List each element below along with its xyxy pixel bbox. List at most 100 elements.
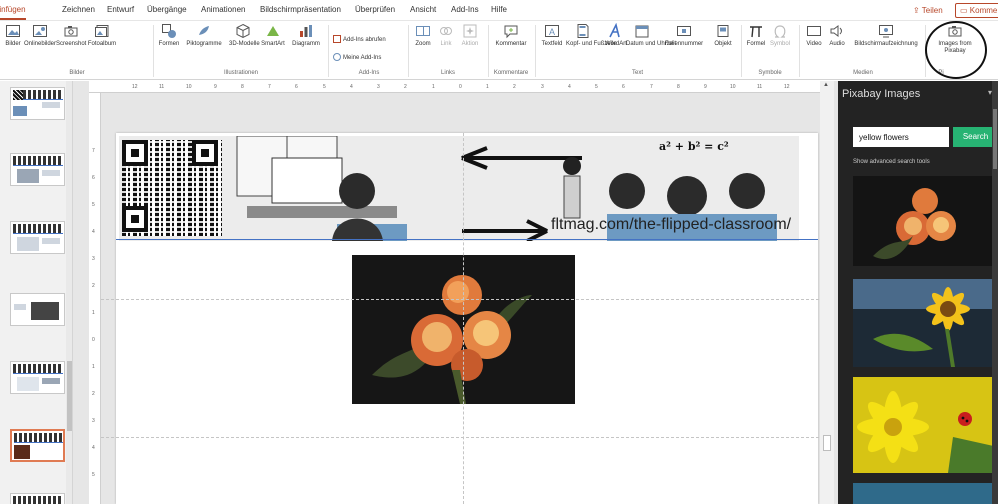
ruler-tick: 4	[92, 445, 95, 451]
meine-add-ins-label: Meine Add-Ins	[343, 55, 382, 61]
ruler-tick: 8	[677, 84, 680, 90]
group-separator	[408, 25, 409, 77]
audio-button[interactable]: Audio	[826, 23, 848, 65]
scrollbar-thumb[interactable]	[993, 109, 997, 169]
ladybug-thumbnail	[853, 377, 998, 473]
slide-scrollbar[interactable]: ▲	[820, 81, 834, 504]
scroll-up-icon[interactable]: ▲	[823, 82, 829, 88]
ruler-tick: 11	[159, 84, 165, 90]
advanced-search-link[interactable]: Show advanced search tools	[853, 159, 930, 165]
aktion-label: Aktion	[461, 41, 479, 47]
result-image-sunflower[interactable]	[853, 279, 998, 367]
foliennummer-label: Foliennummer	[664, 41, 704, 47]
store-icon	[333, 35, 341, 44]
thumbnails-scrollbar[interactable]	[66, 81, 72, 504]
objekt-button[interactable]: Objekt	[710, 23, 736, 65]
tab-entwurf[interactable]: Entwurf	[107, 0, 134, 20]
aktion-button[interactable]: Aktion	[458, 23, 482, 65]
slide-thumbnail[interactable]	[10, 361, 65, 394]
tab-einfuegen[interactable]: Einfügen	[0, 0, 26, 20]
fotoalbum-label: Fotoalbum	[87, 41, 117, 47]
video-button[interactable]: Video	[804, 23, 824, 65]
kopf-fusszeile-label: Kopf- und Fußzeile	[566, 41, 617, 47]
shapes-icon	[161, 23, 177, 39]
diagramm-button[interactable]: Diagramm	[289, 23, 323, 65]
screenshot-button[interactable]: Screenshot	[56, 23, 86, 65]
bildschirmaufzeichnung-button[interactable]: Bildschirmaufzeichnung	[849, 23, 923, 65]
audio-label: Audio	[829, 41, 845, 47]
piktogramme-button[interactable]: Piktogramme	[182, 23, 226, 65]
slide-thumbnail[interactable]	[10, 153, 65, 186]
formel-button[interactable]: Formel	[745, 23, 767, 65]
svg-text:A: A	[549, 27, 555, 37]
symbol-button[interactable]: Symbol	[767, 23, 793, 65]
search-input[interactable]	[853, 127, 949, 147]
slide-thumbnail[interactable]	[10, 293, 65, 326]
vertical-ruler: 7 6 5 4 3 2 1 0 1 2 3 4 5	[89, 93, 101, 504]
result-image-ladybug-flower[interactable]	[853, 377, 998, 473]
tab-uebergaenge[interactable]: Übergänge	[147, 0, 187, 20]
smartart-label: SmartArt	[261, 41, 285, 47]
smart-guide	[463, 133, 464, 504]
tab-hilfe[interactable]: Hilfe	[491, 0, 507, 20]
zoom-button[interactable]: Zoom	[412, 23, 434, 65]
symbole-group-label: Symbole	[758, 70, 782, 76]
tab-ueberpruefen[interactable]: Überprüfen	[355, 0, 395, 20]
ruler-tick: 1	[92, 364, 95, 370]
camera-icon	[63, 23, 79, 39]
links-group-label: Links	[440, 70, 455, 76]
ribbon-tabs: Einfügen Zeichnen Entwurf Übergänge Anim…	[0, 0, 998, 21]
link-button[interactable]: Link	[436, 23, 456, 65]
result-image-partial[interactable]	[853, 483, 998, 504]
ruler-tick: 8	[241, 84, 244, 90]
slide-thumbnail[interactable]	[10, 221, 65, 254]
formen-button[interactable]: Formen	[157, 23, 181, 65]
qr-finder-pattern	[122, 140, 148, 166]
share-button[interactable]: ⇪ Teilen	[913, 3, 943, 18]
fotoalbum-button[interactable]: Fotoalbum	[86, 23, 118, 65]
slide-canvas[interactable]: a² + b² = c² fltmag.com/the-flipped-clas…	[116, 133, 818, 504]
ruler-tick: 1	[92, 310, 95, 316]
header-banner-image[interactable]: a² + b² = c² fltmag.com/the-flipped-clas…	[119, 136, 799, 241]
datum-uhrzeit-button[interactable]: Datum und Uhrzeit	[626, 23, 676, 65]
tab-ansicht[interactable]: Ansicht	[410, 0, 436, 20]
add-ins-abrufen-button[interactable]: Add-Ins abrufen	[333, 35, 386, 45]
header-divider-line	[116, 239, 818, 240]
ruler-tick: 6	[295, 84, 298, 90]
result-image-rose[interactable]	[853, 176, 998, 266]
formula-text: a² + b² = c²	[659, 140, 729, 153]
pane-scrollbar[interactable]	[992, 81, 998, 504]
tab-bildschirmpraesentation[interactable]: Bildschirmpräsentation	[260, 0, 341, 20]
photo-album-icon	[94, 23, 110, 39]
tab-zeichnen[interactable]: Zeichnen	[62, 0, 95, 20]
tab-add-ins[interactable]: Add-Ins	[451, 0, 479, 20]
slide-thumbnail[interactable]	[10, 493, 65, 504]
onlinebilder-button[interactable]: Onlinebilder	[24, 23, 56, 65]
kopf-fusszeile-button[interactable]: Kopf- und Fußzeile	[566, 23, 617, 65]
meine-add-ins-button[interactable]: Meine Add-Ins	[333, 53, 381, 63]
smartart-icon	[265, 23, 281, 39]
ruler-tick: 9	[214, 84, 217, 90]
video-icon	[806, 23, 822, 39]
tab-animationen[interactable]: Animationen	[201, 0, 245, 20]
rose-thumbnail	[853, 176, 998, 266]
ruler-tick: 1	[432, 84, 435, 90]
scrollbar-thumb[interactable]	[67, 361, 72, 431]
ruler-tick: 6	[622, 84, 625, 90]
slide-thumbnail-selected[interactable]	[10, 429, 65, 462]
scrollbar-thumb[interactable]	[823, 435, 831, 451]
textfeld-button[interactable]: A Textfeld	[539, 23, 565, 65]
foliennummer-button[interactable]: Foliennummer	[659, 23, 709, 65]
comments-button[interactable]: ▭ Komme	[955, 3, 998, 18]
3d-modelle-button[interactable]: 3D-Modelle	[229, 23, 260, 65]
slide-thumbnail[interactable]	[10, 87, 65, 120]
kommentar-button[interactable]: Kommentar	[492, 23, 530, 65]
header-footer-icon	[575, 23, 591, 39]
share-icon: ⇪	[913, 6, 922, 15]
add-ins-abrufen-label: Add-Ins abrufen	[343, 37, 386, 43]
smartart-button[interactable]: SmartArt	[258, 23, 288, 65]
bilder-button[interactable]: Bilder	[2, 23, 24, 65]
ruler-tick: 7	[268, 84, 271, 90]
3d-modelle-label: 3D-Modelle	[229, 41, 260, 47]
video-label: Video	[806, 41, 822, 47]
